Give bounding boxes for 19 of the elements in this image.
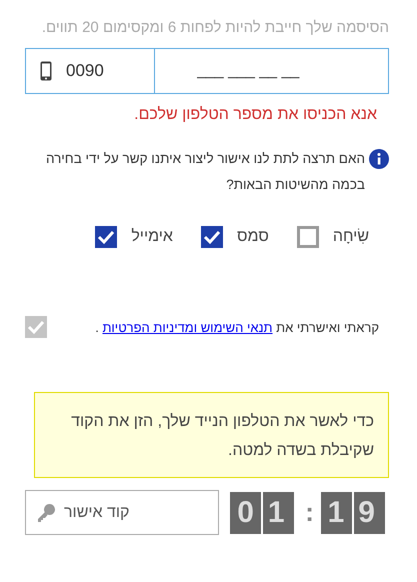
contact-question: האם תרצה לתת לנו אישור ליצור איתנו קשר על ידי בחירה בכמה מהשיטות הבאות?: [44, 150, 365, 194]
phone-icon: [40, 61, 52, 81]
info-icon[interactable]: [369, 149, 389, 169]
notice-text: כדי לאשר את הטלפון הנייד שלך, הזן את הקוד שקיבלת בשדה למטה.: [34, 392, 389, 478]
checkbox-label: אימייל: [131, 228, 173, 246]
error-message: אנא הכניסו את מספר הטלפון שלכם.: [133, 106, 378, 124]
checkbox[interactable]: [95, 226, 118, 248]
checkbox-label: שִׂיחָה: [332, 228, 369, 246]
password-hint: הסיסמה שלך חייבת להיות לפחות 6 ומקסימום 20 תווים.: [40, 18, 389, 38]
country-code-field[interactable]: 0090: [25, 48, 154, 94]
checkbox[interactable]: [200, 226, 223, 248]
timer-separator: :: [304, 497, 315, 528]
checkbox-label: סמס: [236, 228, 269, 246]
checkbox[interactable]: [296, 226, 319, 248]
country-code: 0090: [66, 61, 104, 81]
phone-input[interactable]: ___ ___ __ __: [154, 48, 389, 94]
consent-text: קראתי ואישרתי את תנאי השימוש ומדיניות הפרטיות .: [95, 320, 380, 334]
key-icon: [36, 502, 56, 522]
code-field[interactable]: קוד אישור: [25, 490, 219, 535]
